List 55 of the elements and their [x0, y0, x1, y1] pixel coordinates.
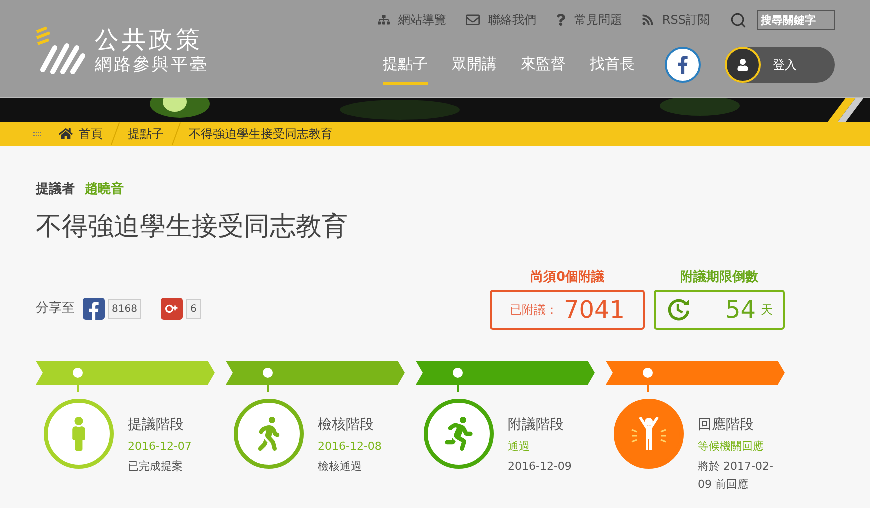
seconds-label: 已附議： [510, 302, 558, 319]
facebook-share-button[interactable] [83, 298, 105, 320]
top-link[interactable]: 聯絡我們 [466, 11, 536, 29]
logo-icon [35, 26, 85, 76]
sitemap-icon [378, 14, 390, 26]
seconds-count: 7041 [564, 295, 626, 326]
stage-status: 2016-12-08 [318, 439, 383, 455]
stage-status: 2016-12-07 [128, 439, 193, 455]
share-count: 8168 [108, 299, 142, 319]
logo-title: 公共政策 [95, 28, 204, 52]
rss-icon [642, 14, 654, 26]
share-count: 6 [186, 299, 201, 319]
countdown-heading: 附議期限倒數 [680, 268, 758, 286]
clock-icon [666, 297, 692, 323]
facebook-button[interactable] [665, 47, 701, 83]
search-field[interactable]: 搜尋關鍵字 [757, 10, 835, 30]
stage-status: 等候機關回應 [698, 439, 765, 455]
countdown-days: 54 [725, 292, 756, 328]
stage-title: 附議階段 [508, 416, 565, 435]
stage-note: 檢核通過 [318, 458, 363, 474]
running-person-icon [445, 417, 473, 451]
stage-title: 檢核階段 [318, 416, 375, 435]
share-label: 分享至 [36, 300, 75, 318]
stage-title: 回應階段 [698, 416, 755, 435]
user-avatar-icon [725, 47, 761, 83]
stage-title: 提議階段 [128, 416, 185, 435]
stage-status: 通過 [508, 439, 531, 455]
help-icon [556, 14, 566, 26]
search-icon[interactable] [730, 12, 747, 28]
home-icon [59, 127, 73, 141]
mail-icon [466, 13, 480, 27]
grip-icon [33, 132, 41, 136]
stage-note: 已完成提案 [128, 458, 184, 474]
proposer-name[interactable]: 趙曉音 [85, 180, 124, 200]
top-link[interactable]: 網站導覽 [378, 11, 446, 29]
top-link[interactable]: RSS訂閱 [642, 11, 710, 29]
logo-subtitle: 網路參與平臺 [95, 57, 209, 74]
nav-tab[interactable]: 找首長 [590, 51, 635, 85]
breadcrumb-link[interactable]: 不得強迫學生接受同志教育 [189, 125, 333, 143]
stage-note: 將於 2017-02-09 前回應 [698, 458, 774, 492]
nav-tab[interactable]: 來監督 [521, 51, 566, 85]
facebook-icon [88, 302, 100, 320]
google-plus-share-button[interactable] [161, 298, 184, 320]
breadcrumb-link[interactable]: 首頁 [59, 125, 103, 143]
countdown-unit: 天 [761, 302, 773, 319]
page-title: 不得強迫學生接受同志教育 [36, 210, 349, 244]
breadcrumb-link[interactable]: 提點子 [128, 125, 164, 143]
nav-tab[interactable]: 提點子 [383, 51, 428, 85]
seconds-needed-heading: 尚須0個附議 [530, 268, 605, 286]
nav-tab[interactable]: 眾開講 [452, 51, 497, 85]
top-link[interactable]: 常見問題 [556, 11, 622, 29]
login-button[interactable]: 登入 [725, 47, 835, 83]
stage-note: 2016-12-09 [508, 458, 573, 474]
proposer-label: 提議者 [36, 180, 75, 199]
facebook-icon [675, 56, 691, 74]
